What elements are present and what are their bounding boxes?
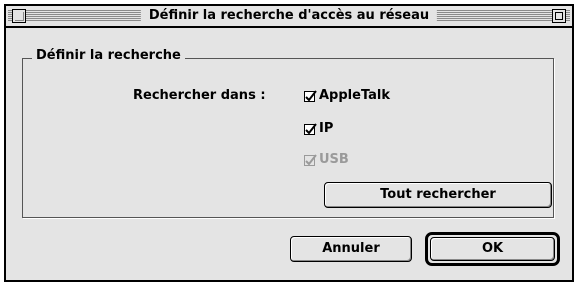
title-bar[interactable]: Définir la recherche d'accès au réseau: [6, 6, 572, 28]
search-all-button[interactable]: Tout rechercher: [324, 182, 552, 208]
checkbox-checked-icon: [304, 89, 317, 102]
cancel-button[interactable]: Annuler: [290, 236, 412, 262]
ip-checkbox[interactable]: IP: [304, 120, 333, 138]
window-title: Définir la recherche d'accès au réseau: [140, 7, 438, 25]
usb-checkbox: USB: [304, 151, 349, 169]
close-box-icon[interactable]: [12, 9, 26, 23]
checkbox-checked-icon: [304, 122, 317, 135]
ip-label: IP: [319, 121, 334, 136]
checkbox-checked-icon: [304, 153, 317, 166]
ok-button[interactable]: OK: [430, 237, 555, 261]
appletalk-checkbox[interactable]: AppleTalk: [304, 87, 390, 105]
appletalk-label: AppleTalk: [319, 88, 391, 103]
group-label: Définir la recherche: [32, 47, 185, 65]
search-in-label: Rechercher dans :: [133, 88, 266, 103]
usb-label: USB: [319, 152, 349, 167]
zoom-box-icon[interactable]: [552, 9, 566, 23]
